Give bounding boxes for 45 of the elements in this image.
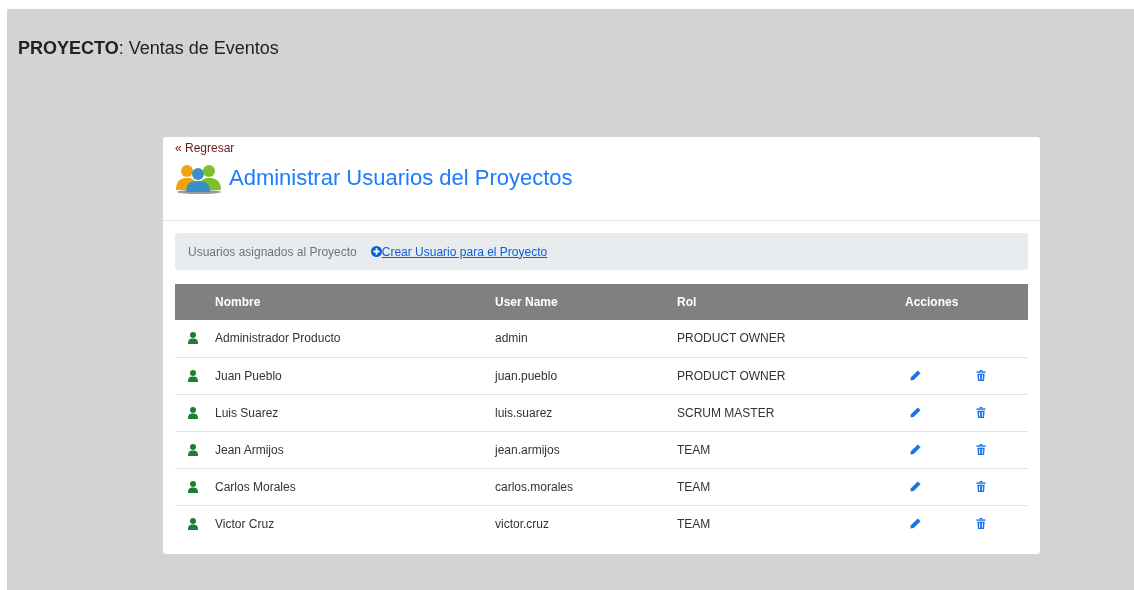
table-cell: admin bbox=[495, 320, 677, 357]
table-cell: SCRUM MASTER bbox=[677, 394, 905, 431]
table-cell: victor.cruz bbox=[495, 505, 677, 542]
table-cell: Juan Pueblo bbox=[215, 357, 495, 394]
table-cell: carlos.morales bbox=[495, 468, 677, 505]
table-cell: TEAM bbox=[677, 468, 905, 505]
column-header: Nombre bbox=[215, 284, 495, 320]
table-cell: jean.armijos bbox=[495, 431, 677, 468]
trash-icon[interactable] bbox=[976, 444, 986, 455]
info-text: Usuarios asignados al Proyecto bbox=[188, 243, 357, 261]
user-icon bbox=[188, 443, 198, 456]
pencil-icon[interactable] bbox=[910, 518, 921, 530]
table-cell: PRODUCT OWNER bbox=[677, 357, 905, 394]
pencil-icon[interactable] bbox=[910, 481, 921, 492]
table-cell: PRODUCT OWNER bbox=[677, 320, 905, 357]
trash-icon[interactable] bbox=[976, 481, 986, 492]
back-link[interactable]: « Regresar bbox=[175, 140, 1028, 156]
table-cell: TEAM bbox=[677, 431, 905, 468]
trash-icon[interactable] bbox=[976, 407, 986, 418]
column-header: Acciones bbox=[905, 284, 1028, 320]
pencil-icon[interactable] bbox=[910, 444, 921, 455]
column-header: Rol bbox=[677, 284, 905, 320]
table-cell: luis.suarez bbox=[495, 394, 677, 431]
plus-circle-icon bbox=[370, 246, 382, 257]
users-group-icon bbox=[175, 162, 223, 194]
user-icon bbox=[188, 369, 198, 382]
user-icon bbox=[188, 480, 198, 493]
user-icon bbox=[188, 517, 198, 530]
trash-icon[interactable] bbox=[976, 518, 986, 530]
table-cell: Jean Armijos bbox=[215, 431, 495, 468]
table-cell: Carlos Morales bbox=[215, 468, 495, 505]
user-icon bbox=[188, 406, 198, 419]
table-cell: TEAM bbox=[677, 505, 905, 542]
page-title: Administrar Usuarios del Proyectos bbox=[229, 164, 573, 192]
trash-icon[interactable] bbox=[976, 370, 986, 381]
table-cell: juan.pueblo bbox=[495, 357, 677, 394]
table-cell: Victor Cruz bbox=[215, 505, 495, 542]
table-cell: Luis Suarez bbox=[215, 394, 495, 431]
user-icon bbox=[188, 332, 198, 345]
project-title: PROYECTO: Ventas de Eventos bbox=[17, 37, 280, 60]
create-user-link[interactable]: Crear Usuario para el Proyecto bbox=[370, 242, 548, 261]
pencil-icon[interactable] bbox=[910, 407, 921, 418]
column-header: User Name bbox=[495, 284, 677, 320]
table-cell: Administrador Producto bbox=[215, 320, 495, 357]
pencil-icon[interactable] bbox=[910, 370, 921, 381]
